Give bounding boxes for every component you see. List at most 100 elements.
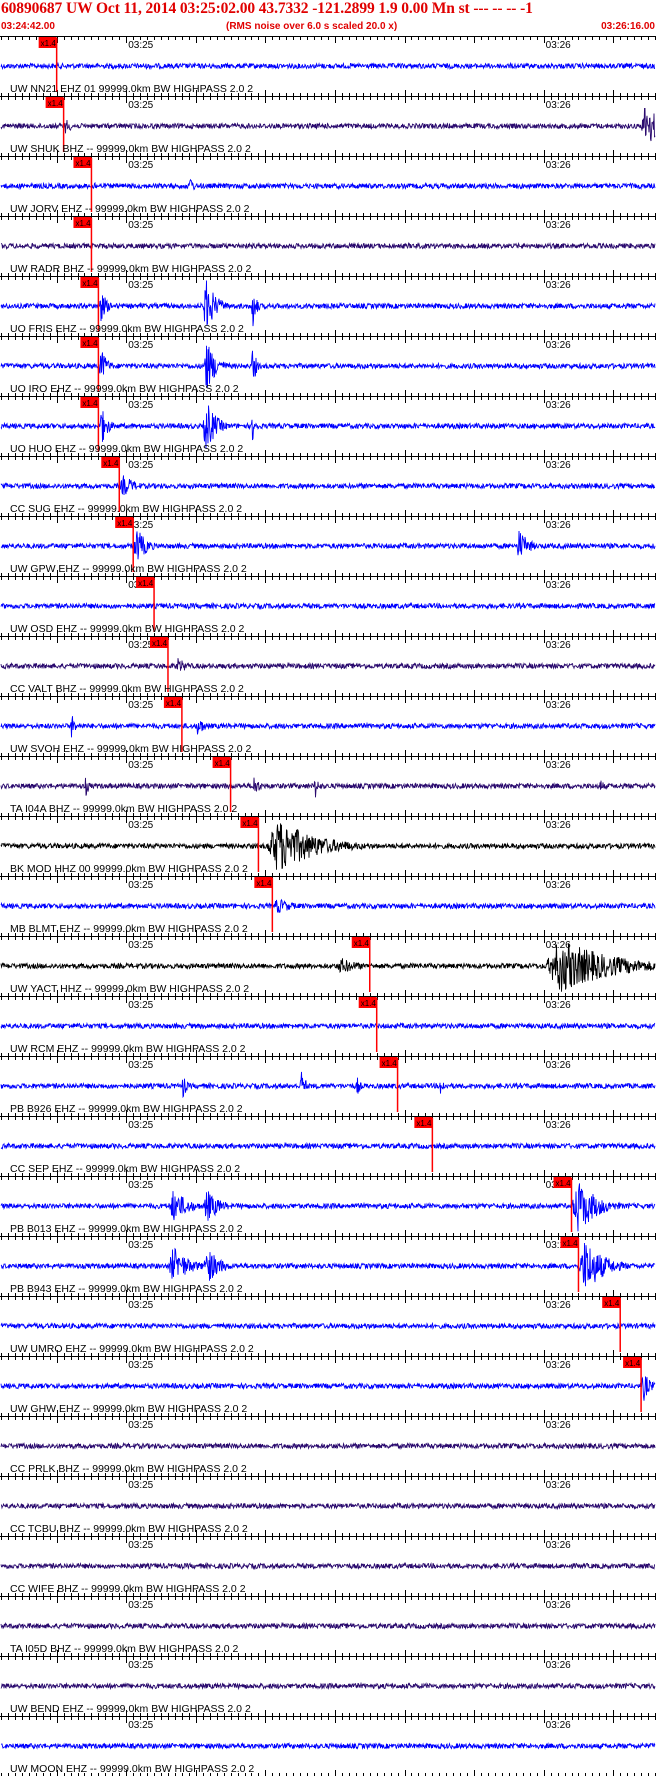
waveform [0, 1501, 656, 1511]
minute-tick-label: 03:26 [546, 880, 571, 891]
channel-4: 03:25 03:26 x1.4 UO FRIS EHZ -- 99999.0km B… [0, 276, 656, 336]
channel-10: 03:25 03:26 x1.4 CC VALT BHZ -- 99999.0km B… [0, 636, 656, 696]
pick-label: x1.4 [82, 279, 98, 288]
pick-label: x1.4 [562, 1239, 578, 1248]
pick-label: x1.4 [242, 819, 258, 828]
plot-header: 60890687 UW Oct 11, 2014 03:25:02.00 43.… [0, 0, 656, 36]
channel-label: CC VALT BHZ -- 99999.0km BW HIGHPASS 2.0… [10, 683, 244, 695]
channel-19: 03:2503:26x1.4PB B013 EHZ -- 99999.0km B… [0, 1176, 656, 1236]
minute-tick-label: 03:26 [546, 580, 571, 591]
minute-tick-label: 03:26 [546, 340, 571, 351]
pick-label: x1.4 [604, 1299, 620, 1308]
channel-label: UW UMRO EHZ -- 99999.0km BW HIGHPASS 2.0… [10, 1343, 254, 1355]
minute-tick-label: 03:26 [546, 100, 571, 111]
waveform [0, 108, 656, 142]
pick-label: x1.4 [382, 1059, 398, 1068]
channel-18: 03:25 03:26 x1.4 CC SEP EHZ -- 99999.0km BW… [0, 1116, 656, 1176]
minute-tick-label: 03:26 [546, 280, 571, 291]
scaling-subtitle: (RMS noise over 6.0 s scaled 20.0 x) [226, 21, 398, 32]
minute-tick-label: 03:25 [128, 340, 153, 351]
channel-label: CC SUG EHZ -- 99999.0km BW HIGHPASS 2.0 … [10, 503, 242, 515]
channel-label: CC TCBU BHZ -- 99999.0km BW HIGHPASS 2.0… [10, 1523, 248, 1535]
pick-label: x1.4 [354, 939, 370, 948]
minute-tick-label: 03:25 [128, 40, 153, 51]
minute-tick-label: 03:25 [128, 640, 153, 651]
channel-label: UW RCM EHZ -- 99999.0km BW HIGHPASS 2.0 … [10, 1043, 246, 1055]
pick-label: x1.4 [138, 579, 154, 588]
minute-tick-label: 03:25 [128, 1480, 153, 1491]
channel-label: UW JORV EHZ -- 99999.0km BW HIGHPASS 2.0… [10, 203, 250, 215]
channel-label: UW SHUK BHZ -- 99999.0km BW HIGHPASS 2.0… [10, 143, 251, 155]
pick-label: x1.4 [625, 1359, 641, 1368]
channel-label: UW GHW EHZ -- 99999.0km BW HIGHPASS 2.0 … [10, 1403, 247, 1415]
minute-tick-label: 03:26 [546, 1000, 571, 1011]
channel-label: PB B013 EHZ -- 99999.0km BW HIGHPASS 2.0… [10, 1223, 243, 1235]
channel-25: 03:25 03:26CC WIFE BHZ -- 99999.0km BW HI… [0, 1536, 656, 1596]
channel-12: 03:25 03:26 x1.4 TA I04A BHZ -- 99999.0km B… [0, 756, 656, 816]
channel-11: 03:25 03:26 x1.4 UW SVOH EHZ -- 99999.0km B… [0, 696, 656, 756]
channel-14: 03:25 03:26 x1.4 MB BLMT EHZ -- 99999.0km B… [0, 876, 656, 936]
minute-tick-label: 03:25 [128, 1360, 153, 1371]
waveform [0, 530, 656, 560]
pick-label: x1.4 [75, 219, 91, 228]
minute-tick-label: 03:26 [546, 700, 571, 711]
waveform [0, 777, 656, 798]
pick-label: x1.4 [166, 699, 182, 708]
minute-tick-label: 03:26 [546, 760, 571, 771]
channel-label: BK MOD HHZ 00 99999.0km BW HIGHPASS 2.0 … [10, 863, 248, 875]
channel-9: 03:2503:26x1.4UW OSD EHZ -- 99999.0km BW… [0, 576, 656, 636]
minute-tick-label: 03:25 [128, 160, 153, 171]
minute-tick-label: 03:26 [546, 820, 571, 831]
minute-tick-label: 03:25 [128, 1420, 153, 1431]
pick-label: x1.4 [215, 759, 231, 768]
pick-label: x1.4 [41, 39, 57, 48]
channel-6: 03:25 03:26 x1.4 UO HUO EHZ -- 99999.0km BW… [0, 396, 656, 456]
pick-label: x1.4 [82, 339, 98, 348]
channel-label: PB B943 EHZ -- 99999.0km BW HIGHPASS 2.0… [10, 1283, 243, 1295]
channel-3: 03:25 03:26 x1.4 UW RADR BHZ -- 99999.0km B… [0, 216, 656, 276]
minute-tick-label: 03:26 [546, 1360, 571, 1371]
minute-tick-label: 03:25 [128, 460, 153, 471]
minute-tick-label: 03:26 [546, 40, 571, 51]
minute-tick-label: 03:25 [128, 1240, 153, 1251]
minute-tick-label: 03:26 [546, 1300, 571, 1311]
channel-label: UO IRO EHZ -- 99999.0km BW HIGHPASS 2.0 … [10, 383, 239, 395]
channel-15: 03:25 03:26 x1.4 UW YACT HHZ -- 99999.0km B… [0, 936, 656, 996]
pick-label: x1.4 [75, 159, 91, 168]
waveform [0, 1071, 656, 1099]
pick-label: x1.4 [556, 1179, 572, 1188]
pick-label: x1.4 [103, 459, 119, 468]
pick-label: x1.4 [152, 639, 168, 648]
minute-tick-label: 03:26 [546, 1480, 571, 1491]
channel-label: TA I04A BHZ -- 99999.0km BW HIGHPASS 2.0… [10, 803, 237, 815]
minute-tick-label: 03:26 [546, 220, 571, 231]
channel-17: 03:25 03:26 x1.4 PB B926 EHZ -- 99999.0km B… [0, 1056, 656, 1116]
channel-16: 03:25 03:26 x1.4 UW RCM EHZ -- 99999.0km BW… [0, 996, 656, 1056]
minute-tick-label: 03:25 [128, 760, 153, 771]
event-title: 60890687 UW Oct 11, 2014 03:25:02.00 43.… [1, 0, 533, 17]
minute-tick-label: 03:26 [546, 460, 571, 471]
channel-20: 03:25 03:26x1.4PB B943 EHZ -- 99999.0km B… [0, 1236, 656, 1296]
minute-tick-label: 03:25 [128, 1000, 153, 1011]
waveform [0, 1141, 656, 1151]
minute-tick-label: 03:26 [546, 520, 571, 531]
channel-label: UW RADR BHZ -- 99999.0km BW HIGHPASS 2.0… [10, 263, 252, 275]
channel-label: CC PRLK BHZ -- 99999.0km BW HIGHPASS 2.0… [10, 1463, 247, 1475]
minute-tick-label: 03:25 [128, 1060, 153, 1071]
channel-8: 03:25 03:26x1.4UW GPW EHZ -- 99999.0km BW… [0, 516, 656, 576]
waveform [0, 475, 656, 496]
minute-tick-label: 03:26 [546, 160, 571, 171]
minute-tick-label: 03:25 [128, 1180, 153, 1191]
channel-label: UW YACT HHZ -- 99999.0km BW HIGHPASS 2.0… [10, 983, 249, 995]
minute-tick-label: 03:25 [128, 700, 153, 711]
channel-label: PB B926 EHZ -- 99999.0km BW HIGHPASS 2.0… [10, 1103, 243, 1115]
waveform [0, 178, 656, 191]
channel-label: UO HUO EHZ -- 99999.0km BW HIGHPASS 2.0 … [10, 443, 243, 455]
minute-tick-label: 03:25 [128, 940, 153, 951]
channel-23: 03:25 03:26 CC PRLK BHZ -- 99999.0km BW HI… [0, 1416, 656, 1476]
channel-label: UO FRIS EHZ -- 99999.0km BW HIGHPASS 2.0… [10, 323, 244, 335]
waveform [0, 1376, 656, 1401]
channel-label: MB BLMT EHZ -- 99999.0km BW HIGHPASS 2.0… [10, 923, 248, 935]
channel-label: UW GPW EHZ -- 99999.0km BW HIGHPASS 2.0 … [10, 563, 247, 575]
minute-tick-label: 03:25 [128, 280, 153, 291]
